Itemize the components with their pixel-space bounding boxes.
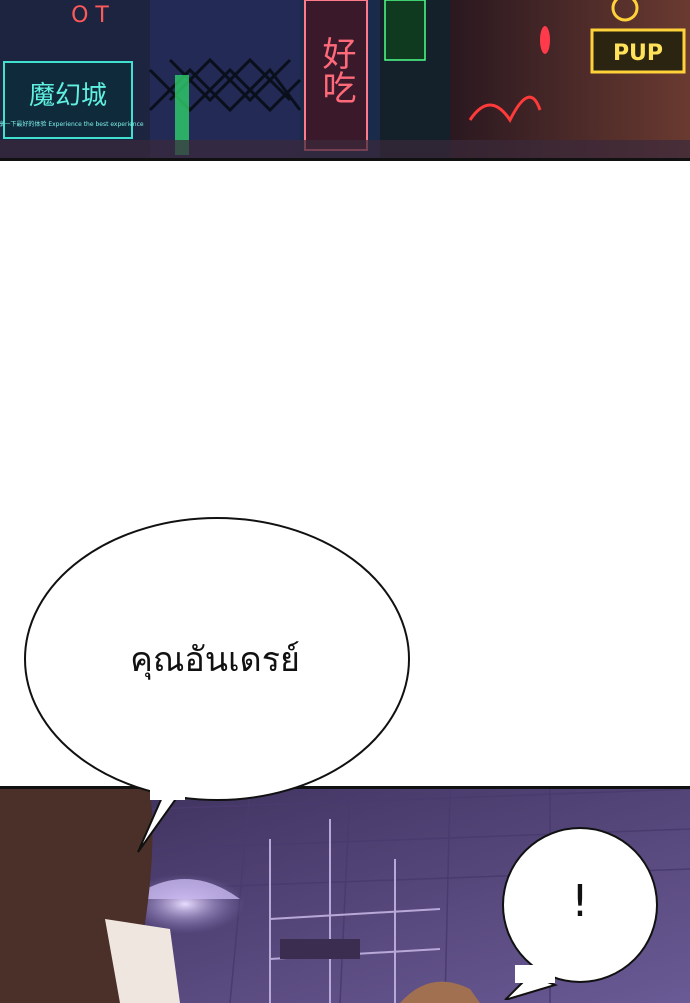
small-bubble-dialogue: !: [571, 876, 589, 927]
right-neon-sign-text: PUP: [613, 41, 663, 66]
top-panel-neon-street: 魔幻城 来享一下最好的体验 Experience the best experi…: [0, 0, 690, 161]
main-bubble-dialogue: คุณอันเดรย์: [130, 640, 300, 680]
left-neon-sign-sub: 来享一下最好的体验 Experience the best experience: [0, 120, 144, 128]
panel-gutter: [0, 161, 690, 786]
left-neon-sign-title: 魔幻城: [29, 81, 107, 111]
far-left-neon-letters: O T: [71, 3, 109, 28]
neon-street-illustration: 魔幻城 来享一下最好的体验 Experience the best experi…: [0, 0, 690, 158]
center-neon-sign-text: 好吃: [316, 36, 356, 104]
